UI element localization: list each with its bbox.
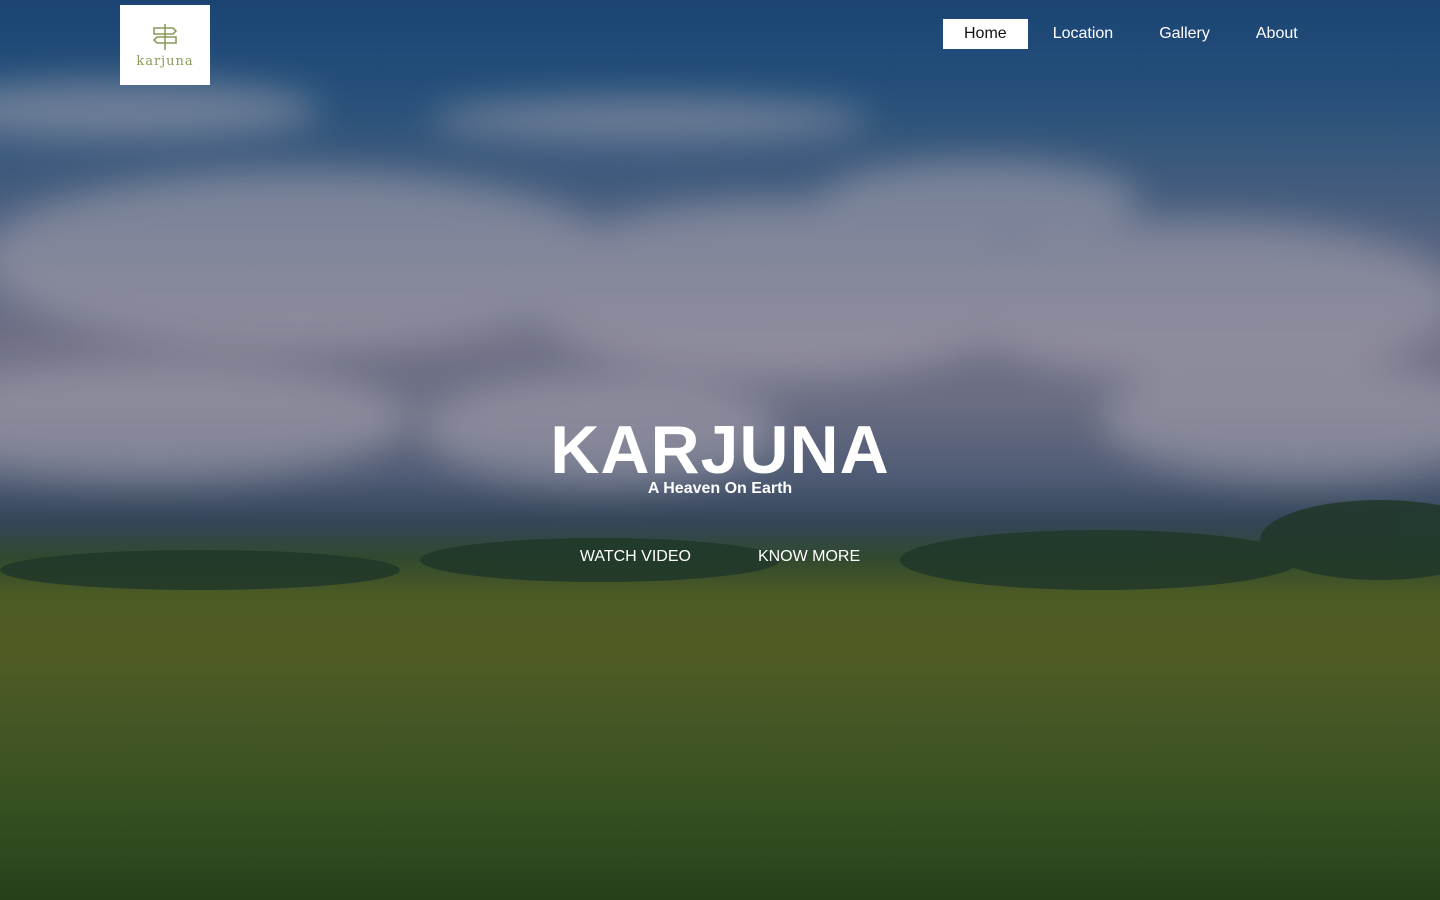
watch-video-button[interactable]: WATCH VIDEO xyxy=(580,546,691,568)
nav-home[interactable]: Home xyxy=(943,19,1028,49)
logo[interactable]: karjuna xyxy=(120,5,210,85)
main-nav: Home Location Gallery About xyxy=(943,19,1323,49)
hero-section: karjuna Home Location Gallery About KARJ… xyxy=(0,0,1440,900)
hero-actions: WATCH VIDEO KNOW MORE xyxy=(0,546,1440,568)
nav-location[interactable]: Location xyxy=(1032,19,1135,49)
logo-text: karjuna xyxy=(136,53,194,69)
nav-gallery[interactable]: Gallery xyxy=(1138,19,1231,49)
hero-title: KARJUNA xyxy=(550,412,890,488)
hero-subtitle: A Heaven On Earth xyxy=(647,480,793,497)
signpost-icon xyxy=(152,23,178,50)
know-more-button[interactable]: KNOW MORE xyxy=(758,546,860,568)
nav-about[interactable]: About xyxy=(1235,19,1319,49)
